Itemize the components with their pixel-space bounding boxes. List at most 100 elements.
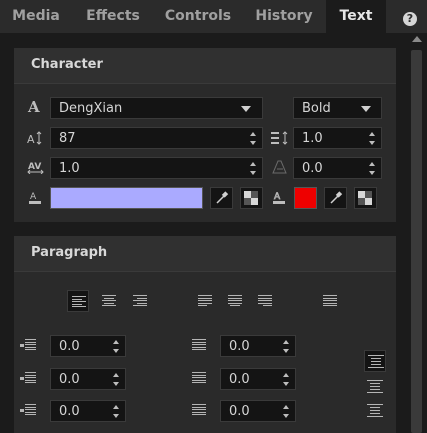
paragraph-line-spacing-stepper[interactable]: 0.0 <box>220 400 296 422</box>
indent-left-icon <box>20 339 36 353</box>
paragraph-line-spacing-value: 0.0 <box>229 404 250 419</box>
valign-top-button[interactable] <box>364 350 386 372</box>
valign-top-icon <box>368 355 384 369</box>
align-right-icon <box>133 295 147 307</box>
line-spacing-value: 1.0 <box>302 131 323 146</box>
spinner-arrows-icon[interactable] <box>368 161 378 177</box>
indent-first-line-value: 0.0 <box>59 404 80 419</box>
skew-stepper[interactable]: 0.0 <box>293 157 382 179</box>
tracking-icon: AV <box>27 160 45 177</box>
justify-left-button[interactable] <box>194 290 216 312</box>
tracking-value: 1.0 <box>59 161 80 176</box>
tab-effects-label: Effects <box>86 8 140 24</box>
svg-text:A: A <box>274 192 281 202</box>
character-title: Character <box>31 57 103 72</box>
spinner-arrows-icon[interactable] <box>282 372 292 388</box>
checkerboard-icon <box>358 191 372 205</box>
skew-icon <box>272 160 288 177</box>
skew-value: 0.0 <box>302 161 323 176</box>
justify-all-icon <box>323 295 337 307</box>
font-style-select[interactable]: Bold <box>293 97 382 119</box>
tab-text-label: Text <box>339 8 373 24</box>
spinner-arrows-icon[interactable] <box>249 161 259 177</box>
align-center-button[interactable] <box>98 290 120 312</box>
justify-left-icon <box>198 295 212 307</box>
valign-middle-button[interactable] <box>364 376 386 398</box>
tab-history[interactable]: History <box>242 0 326 33</box>
stroke-transparent-button[interactable] <box>354 187 377 209</box>
space-before-icon <box>192 339 208 353</box>
space-after-icon <box>192 372 208 386</box>
spinner-arrows-icon[interactable] <box>112 372 122 388</box>
fill-transparent-button[interactable] <box>240 187 263 209</box>
line-spacing-icon <box>271 131 289 148</box>
align-center-icon <box>102 295 116 307</box>
tracking-stepper[interactable]: 1.0 <box>50 157 263 179</box>
spinner-arrows-icon[interactable] <box>249 131 259 147</box>
justify-center-button[interactable] <box>224 290 246 312</box>
paragraph-title: Paragraph <box>31 245 108 260</box>
font-family-value: DengXian <box>59 101 123 116</box>
valign-bottom-icon <box>367 404 383 418</box>
spinner-arrows-icon[interactable] <box>112 339 122 355</box>
indent-first-line-stepper[interactable]: 0.0 <box>50 400 126 422</box>
character-panel-header[interactable]: Character <box>14 48 396 84</box>
indent-left-value: 0.0 <box>59 339 80 354</box>
font-family-icon: A <box>28 98 40 116</box>
justify-all-button[interactable] <box>319 290 341 312</box>
space-before-value: 0.0 <box>229 339 250 354</box>
font-size-icon: A <box>27 131 43 148</box>
spinner-arrows-icon[interactable] <box>282 339 292 355</box>
chevron-down-icon <box>361 106 371 112</box>
tab-text[interactable]: Text <box>326 0 386 33</box>
help-icon[interactable]: ? <box>403 12 417 26</box>
indent-left-stepper[interactable]: 0.0 <box>50 335 126 357</box>
tab-history-label: History <box>255 8 313 24</box>
line-spacing-stepper[interactable]: 1.0 <box>293 127 382 149</box>
stroke-color-swatch[interactable] <box>294 187 317 209</box>
eyedropper-icon <box>330 191 343 204</box>
chevron-down-icon <box>241 106 251 112</box>
spinner-arrows-icon[interactable] <box>368 131 378 147</box>
spinner-arrows-icon[interactable] <box>282 404 292 420</box>
justify-center-icon <box>228 295 242 307</box>
fill-color-icon: A <box>28 190 42 207</box>
tab-effects[interactable]: Effects <box>72 0 154 33</box>
tab-controls[interactable]: Controls <box>154 0 242 33</box>
font-size-stepper[interactable]: 87 <box>50 127 263 149</box>
space-after-value: 0.0 <box>229 372 250 387</box>
tab-media-label: Media <box>12 8 60 24</box>
tab-bar: Media Effects Controls History Text ? <box>0 0 427 33</box>
paragraph-line-spacing-icon <box>192 404 208 418</box>
fill-eyedropper-button[interactable] <box>210 187 233 209</box>
valign-middle-icon <box>367 380 383 394</box>
space-before-stepper[interactable]: 0.0 <box>220 335 296 357</box>
spinner-arrows-icon[interactable] <box>112 404 122 420</box>
align-left-icon <box>72 296 86 308</box>
svg-text:A: A <box>30 192 37 202</box>
eyedropper-icon <box>216 191 229 204</box>
fill-color-swatch[interactable] <box>50 187 203 209</box>
indent-first-line-icon <box>20 404 36 418</box>
stroke-color-icon: A <box>272 190 286 207</box>
justify-right-button[interactable] <box>254 290 276 312</box>
tab-controls-label: Controls <box>164 8 232 24</box>
scrollbar-thumb[interactable] <box>411 50 422 433</box>
font-size-value: 87 <box>59 131 76 146</box>
font-style-value: Bold <box>302 101 331 116</box>
checkerboard-icon <box>244 191 258 205</box>
indent-right-value: 0.0 <box>59 372 80 387</box>
paragraph-panel-header[interactable]: Paragraph <box>14 236 396 272</box>
align-left-button[interactable] <box>67 290 89 312</box>
space-after-stepper[interactable]: 0.0 <box>220 368 296 390</box>
stroke-eyedropper-button[interactable] <box>324 187 347 209</box>
indent-right-stepper[interactable]: 0.0 <box>50 368 126 390</box>
font-family-select[interactable]: DengXian <box>50 97 263 119</box>
valign-bottom-button[interactable] <box>364 400 386 422</box>
justify-right-icon <box>258 295 272 307</box>
scroll-up-arrow-icon[interactable] <box>412 36 422 42</box>
align-right-button[interactable] <box>129 290 151 312</box>
tab-media[interactable]: Media <box>0 0 72 33</box>
indent-right-icon <box>20 372 36 386</box>
svg-text:A: A <box>27 133 35 145</box>
